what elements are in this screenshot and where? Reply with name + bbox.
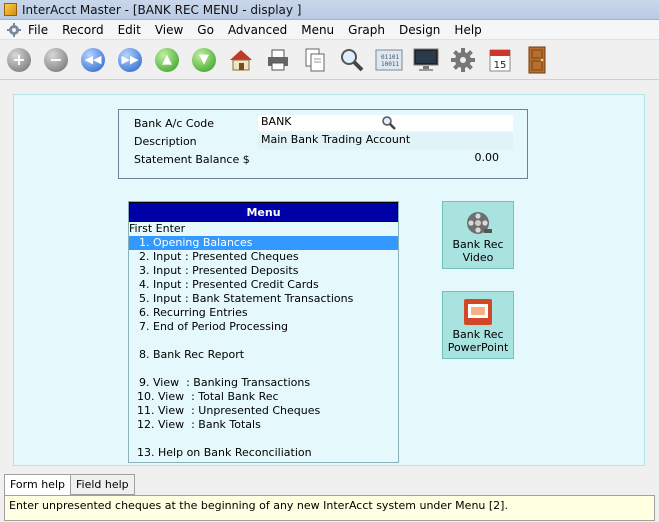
bank-rec-menu: Menu First Enter 1. Opening Balances 2. In… bbox=[128, 201, 399, 463]
menu-option[interactable]: 10. View : Total Bank Rec bbox=[129, 390, 398, 404]
menu-option[interactable]: 13. Help on Bank Reconciliation bbox=[129, 446, 398, 460]
statement-balance-label: Statement Balance $ bbox=[134, 153, 250, 166]
menu-spacer bbox=[129, 362, 398, 376]
copy-document-icon[interactable] bbox=[300, 45, 330, 75]
tab-field-help[interactable]: Field help bbox=[69, 474, 135, 495]
search-icon[interactable] bbox=[337, 45, 367, 75]
next-icon[interactable]: ▶▶ bbox=[115, 45, 145, 75]
svg-text:10011: 10011 bbox=[381, 61, 399, 68]
app-icon bbox=[4, 3, 17, 16]
menu-option[interactable]: 6. Recurring Entries bbox=[129, 306, 398, 320]
menu-option[interactable]: 9. View : Banking Transactions bbox=[129, 376, 398, 390]
menu-spacer bbox=[129, 334, 398, 348]
bank-code-label: Bank A/c Code bbox=[134, 117, 215, 130]
lookup-search-icon[interactable] bbox=[381, 115, 397, 131]
title-bar: InterAcct Master - [BANK REC MENU - disp… bbox=[0, 0, 659, 20]
description-value: Main Bank Trading Account bbox=[261, 133, 411, 146]
bank-rec-video-button[interactable]: Bank Rec Video bbox=[442, 201, 514, 269]
menu-option[interactable]: 4. Input : Presented Credit Cards bbox=[129, 278, 398, 292]
system-menu-icon[interactable] bbox=[6, 22, 22, 38]
powerpoint-button-label-1: Bank Rec bbox=[452, 328, 504, 341]
menu-view[interactable]: View bbox=[155, 23, 183, 37]
svg-text:15: 15 bbox=[494, 60, 507, 71]
toolbar: + − ◀◀ ▶▶ ▲ ▼ 01101 10011 15 bbox=[0, 40, 659, 80]
video-button-label-1: Bank Rec bbox=[452, 238, 504, 251]
help-tabs: Form help Field help bbox=[4, 474, 135, 496]
svg-text:01101: 01101 bbox=[381, 54, 399, 61]
bank-rec-powerpoint-button[interactable]: Bank Rec PowerPoint bbox=[442, 291, 514, 359]
menu-advanced[interactable]: Advanced bbox=[228, 23, 287, 37]
menu-option[interactable]: 5. Input : Bank Statement Transactions bbox=[129, 292, 398, 306]
settings-gear-icon[interactable] bbox=[448, 45, 478, 75]
add-icon[interactable]: + bbox=[4, 45, 34, 75]
client-area: Bank A/c Code BANK Description Main Bank… bbox=[0, 81, 659, 470]
menu-option[interactable]: 11. View : Unpresented Cheques bbox=[129, 404, 398, 418]
menu-file[interactable]: File bbox=[28, 23, 48, 37]
down-icon[interactable]: ▼ bbox=[189, 45, 219, 75]
menu-design[interactable]: Design bbox=[399, 23, 440, 37]
monitor-icon[interactable] bbox=[411, 45, 441, 75]
menu-option[interactable]: First Enter bbox=[129, 222, 398, 236]
film-reel-icon bbox=[462, 206, 494, 238]
menu-option[interactable]: 7. End of Period Processing bbox=[129, 320, 398, 334]
menu-go[interactable]: Go bbox=[197, 23, 214, 37]
menu-spacer bbox=[129, 432, 398, 446]
binary-data-icon[interactable]: 01101 10011 bbox=[374, 45, 404, 75]
help-text: Enter unpresented cheques at the beginni… bbox=[4, 495, 655, 521]
powerpoint-icon bbox=[462, 296, 494, 328]
door-exit-icon[interactable] bbox=[522, 45, 552, 75]
tab-form-help[interactable]: Form help bbox=[4, 474, 71, 496]
menu-graph[interactable]: Graph bbox=[348, 23, 385, 37]
statement-balance-value: 0.00 bbox=[474, 151, 500, 164]
window-title: InterAcct Master - [BANK REC MENU - disp… bbox=[22, 2, 302, 17]
menu-help[interactable]: Help bbox=[454, 23, 481, 37]
menu-list: First Enter 1. Opening Balances 2. Input :… bbox=[129, 222, 398, 460]
previous-icon[interactable]: ◀◀ bbox=[78, 45, 108, 75]
menu-option[interactable]: 1. Opening Balances bbox=[129, 236, 398, 250]
calendar-icon[interactable]: 15 bbox=[485, 45, 515, 75]
menu-option[interactable]: 8. Bank Rec Report bbox=[129, 348, 398, 362]
video-button-label-2: Video bbox=[462, 251, 494, 264]
up-icon[interactable]: ▲ bbox=[152, 45, 182, 75]
menu-record[interactable]: Record bbox=[62, 23, 103, 37]
print-icon[interactable] bbox=[263, 45, 293, 75]
bank-account-info: Bank A/c Code BANK Description Main Bank… bbox=[118, 109, 528, 179]
menu-header: Menu bbox=[129, 202, 398, 222]
menu-option[interactable]: 2. Input : Presented Cheques bbox=[129, 250, 398, 264]
powerpoint-button-label-2: PowerPoint bbox=[447, 341, 509, 354]
home-icon[interactable] bbox=[226, 45, 256, 75]
menu-edit[interactable]: Edit bbox=[118, 23, 141, 37]
menu-option[interactable]: 12. View : Bank Totals bbox=[129, 418, 398, 432]
remove-icon[interactable]: − bbox=[41, 45, 71, 75]
menu-option[interactable]: 3. Input : Presented Deposits bbox=[129, 264, 398, 278]
help-area: Form help Field help Enter unpresented c… bbox=[0, 470, 659, 522]
menu-bar: File Record Edit View Go Advanced Menu G… bbox=[0, 20, 659, 40]
menu-menu[interactable]: Menu bbox=[301, 23, 334, 37]
bank-code-value[interactable]: BANK bbox=[261, 115, 292, 128]
bank-rec-panel: Bank A/c Code BANK Description Main Bank… bbox=[13, 94, 645, 466]
description-label: Description bbox=[134, 135, 197, 148]
